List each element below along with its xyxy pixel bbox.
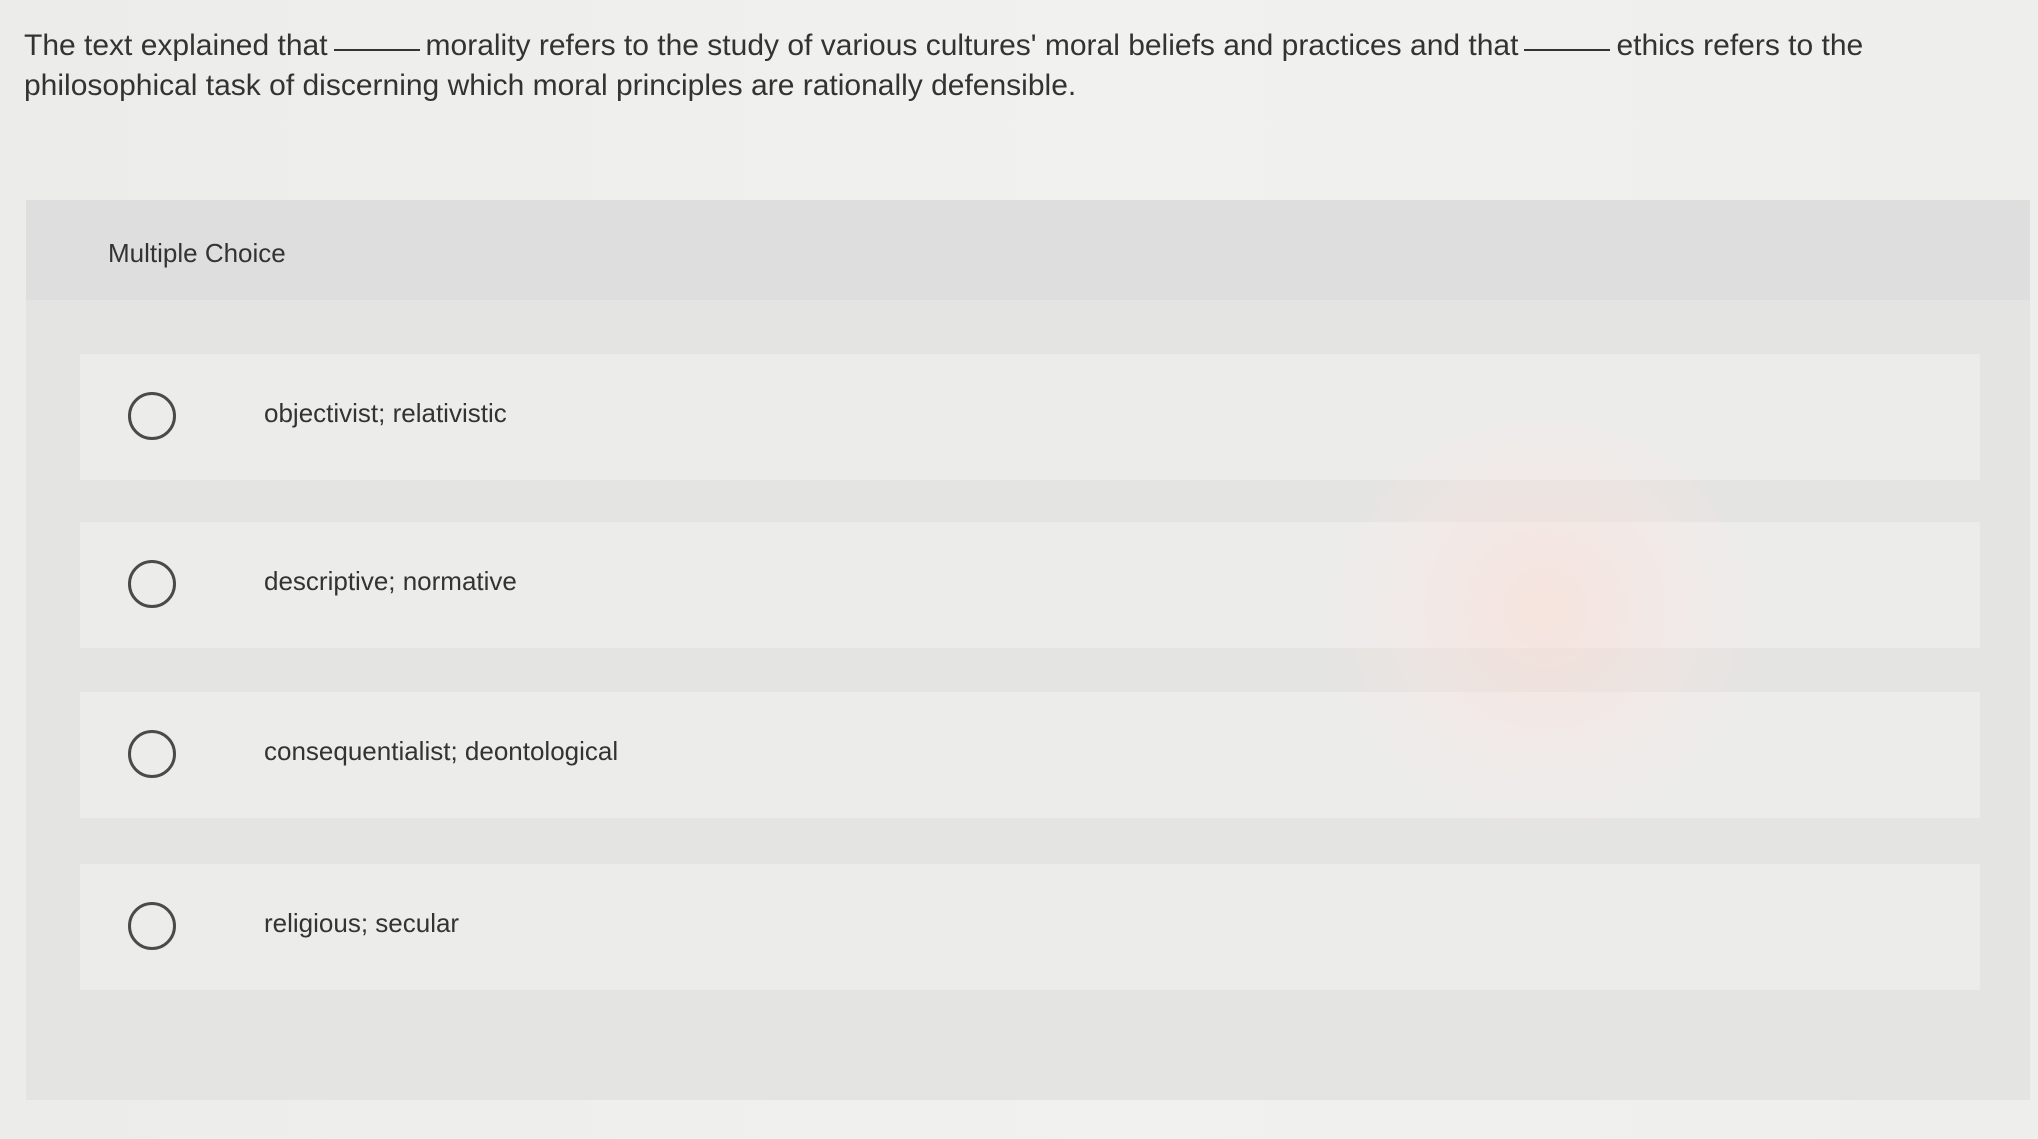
option-label: objectivist; relativistic [264, 398, 507, 428]
question-part-1: The text explained that [24, 29, 328, 62]
option-objectivist-relativistic[interactable]: objectivist; relativistic [80, 354, 1980, 480]
blank-1 [333, 49, 420, 51]
option-descriptive-normative[interactable]: descriptive; normative [80, 522, 1980, 648]
option-label: religious; secular [264, 908, 460, 938]
question-part-2: morality refers to the study of various … [425, 29, 1519, 62]
multiple-choice-header: Multiple Choice [26, 200, 2030, 300]
multiple-choice-panel: Multiple Choice objectivist; relativisti… [26, 200, 2030, 1100]
blank-2 [1524, 49, 1611, 51]
radio-button[interactable] [128, 560, 176, 608]
radio-button[interactable] [128, 730, 176, 778]
radio-button[interactable] [128, 902, 176, 950]
option-label: descriptive; normative [264, 566, 517, 596]
question-text: The text explained that morality refers t… [24, 26, 1964, 106]
radio-button[interactable] [128, 392, 176, 440]
option-consequentialist-deontological[interactable]: consequentialist; deontological [80, 692, 1980, 818]
option-label: consequentialist; deontological [264, 736, 619, 766]
option-religious-secular[interactable]: religious; secular [80, 864, 1980, 990]
multiple-choice-title: Multiple Choice [108, 238, 286, 268]
